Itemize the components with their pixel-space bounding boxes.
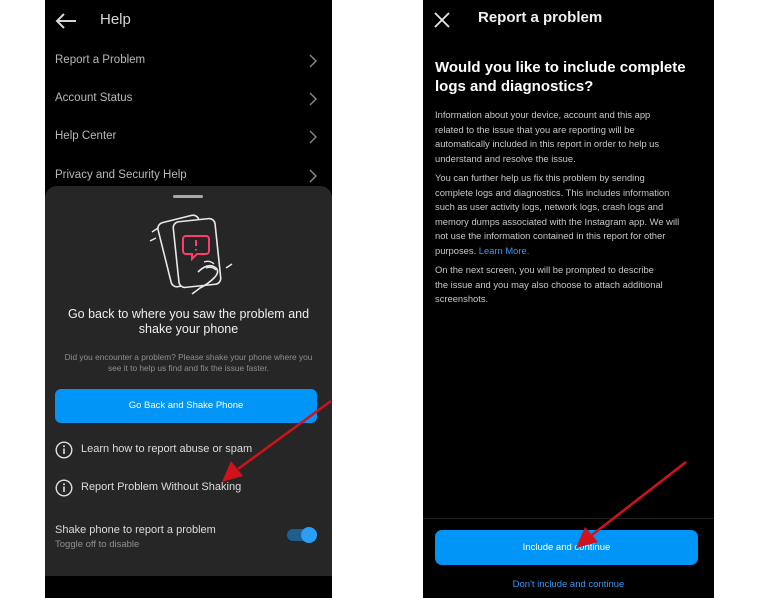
heading-line: Would you like to include complete: [435, 59, 686, 76]
page-title: Help: [100, 11, 131, 28]
paragraph-line: memory dumps associated with the Instagr…: [435, 215, 680, 227]
report-without-shaking-option[interactable]: Report Problem Without Shaking: [55, 477, 295, 499]
learn-more-link[interactable]: Learn More.: [479, 245, 530, 256]
help-screen: Help Report a Problem Account Status Hel…: [45, 0, 332, 598]
logs-heading: Would you like to include complete logs …: [435, 58, 686, 96]
info-paragraph: Information about your device, account a…: [435, 108, 659, 166]
toggle-sublabel: Toggle off to disable: [55, 539, 140, 550]
shake-bottom-sheet: Go back to where you saw the problem and…: [45, 186, 332, 576]
paragraph-line: such as user activity logs, network logs…: [435, 201, 664, 212]
toggle-knob[interactable]: [301, 527, 317, 543]
sheet-title-line: shake your phone: [138, 322, 239, 336]
paragraph-line-with-link: purposes. Learn More.: [435, 244, 679, 259]
info-icon: [55, 441, 73, 459]
heading-line: logs and diagnostics?: [435, 78, 594, 95]
paragraph-line: On the next screen, you will be prompted…: [435, 264, 654, 275]
paragraph-line: related to the issue that you are report…: [435, 123, 635, 135]
paragraph-line: screenshots.: [435, 293, 489, 304]
paragraph-line: understand and resolve the issue.: [435, 152, 576, 164]
go-back-shake-button[interactable]: Go Back and Shake Phone: [55, 389, 317, 423]
menu-item-label: Report a Problem: [55, 54, 146, 66]
option-label: Learn how to report abuse or spam: [81, 443, 253, 455]
menu-item-label: Help Center: [55, 130, 117, 142]
chevron-right-icon: [309, 130, 317, 144]
menu-item-account-status[interactable]: Account Status: [45, 81, 332, 119]
shake-toggle-row: Shake phone to report a problem Toggle o…: [55, 524, 317, 558]
paragraph-line: complete logs and diagnostics. This incl…: [435, 186, 670, 198]
sheet-description: Did you encounter a problem? Please shak…: [45, 352, 332, 374]
back-arrow-icon[interactable]: [55, 12, 77, 30]
page-title: Report a problem: [478, 9, 603, 26]
menu-item-help-center[interactable]: Help Center: [45, 119, 332, 157]
info-icon: [55, 479, 73, 497]
paragraph-line: You can further help us fix this problem…: [435, 172, 645, 183]
footer-divider: [423, 518, 714, 519]
close-icon[interactable]: [433, 11, 451, 29]
sheet-description-line: see it to help us find and fix the issue…: [108, 363, 269, 373]
menu-item-report-problem[interactable]: Report a Problem: [45, 43, 332, 81]
sheet-title-line: Go back to where you saw the problem and: [67, 307, 310, 321]
sheet-description-line: Did you encounter a problem? Please shak…: [64, 352, 313, 362]
learn-report-abuse-option[interactable]: Learn how to report abuse or spam: [55, 439, 295, 461]
menu-item-label: Account Status: [55, 92, 133, 104]
next-screen-paragraph: On the next screen, you will be prompted…: [435, 263, 663, 307]
option-label: Report Problem Without Shaking: [81, 481, 242, 493]
chevron-right-icon: [309, 54, 317, 68]
toggle-label: Shake phone to report a problem: [55, 524, 216, 536]
shake-phone-illustration: [149, 214, 233, 295]
report-problem-screen: Report a problem Would you like to inclu…: [423, 0, 714, 598]
help-header: Help: [45, 0, 332, 42]
menu-item-label: Privacy and Security Help: [55, 169, 187, 181]
chevron-right-icon: [309, 92, 317, 106]
chevron-right-icon: [309, 169, 317, 183]
paragraph-line: automatically included in this report in…: [435, 138, 660, 149]
paragraph-line: Information about your device, account a…: [435, 109, 651, 120]
diagnostics-paragraph: You can further help us fix this problem…: [435, 171, 679, 258]
paragraph-line: not use the information contained in thi…: [435, 230, 666, 241]
paragraph-text: purposes.: [435, 244, 477, 256]
sheet-title: Go back to where you saw the problem and…: [45, 307, 332, 337]
dont-include-continue-button[interactable]: Don't include and continue: [423, 579, 714, 590]
paragraph-line: the issue and you may also choose to att…: [435, 278, 663, 290]
include-continue-button[interactable]: Include and continue: [435, 530, 698, 565]
sheet-drag-handle[interactable]: [173, 195, 203, 198]
